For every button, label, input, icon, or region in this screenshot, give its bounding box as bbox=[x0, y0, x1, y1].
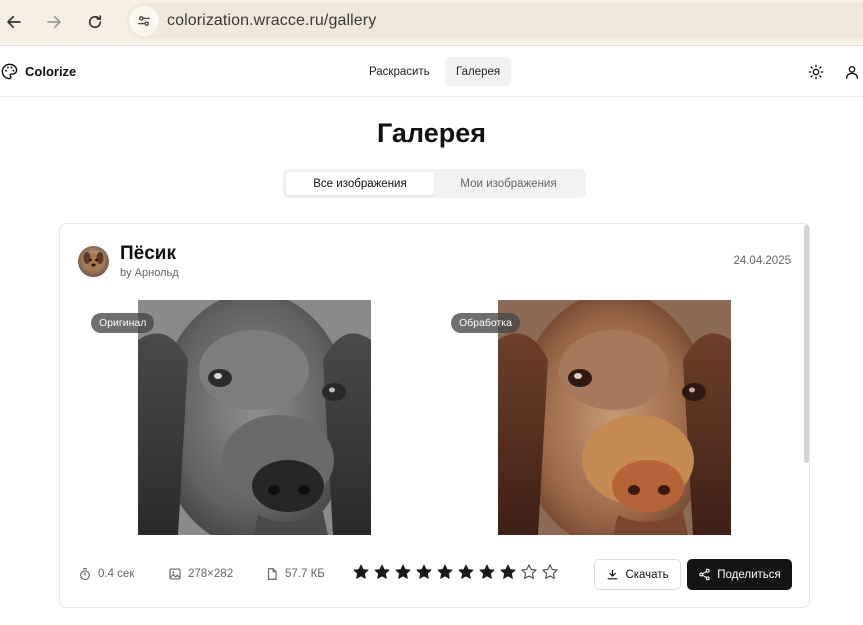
star-empty-icon[interactable] bbox=[520, 563, 538, 581]
profile-button[interactable] bbox=[843, 63, 861, 81]
arrow-left-icon bbox=[7, 15, 21, 29]
timer-icon bbox=[80, 568, 90, 581]
gallery-filter-tabs: Все изображения Мои изображения bbox=[283, 169, 586, 198]
processing-time: 0.4 сек bbox=[78, 567, 134, 581]
original-image[interactable] bbox=[138, 300, 371, 535]
download-icon bbox=[608, 569, 618, 580]
scrollbar[interactable] bbox=[804, 225, 809, 463]
processing-time-value: 0.4 сек bbox=[98, 568, 135, 580]
image-dimensions: 278×282 bbox=[168, 567, 233, 581]
original-badge: Оригинал bbox=[91, 313, 155, 333]
sun-icon bbox=[808, 64, 824, 80]
image-dimensions-value: 278×282 bbox=[188, 568, 234, 580]
nav-gallery[interactable]: Галерея bbox=[445, 57, 512, 86]
user-icon bbox=[846, 66, 858, 79]
file-icon bbox=[267, 568, 277, 580]
site-info-button[interactable] bbox=[129, 6, 159, 36]
download-button[interactable]: Скачать bbox=[594, 559, 681, 590]
download-label: Скачать bbox=[625, 568, 669, 581]
tab-my-images[interactable]: Мои изображения bbox=[434, 172, 583, 195]
star-filled-icon[interactable] bbox=[373, 563, 391, 581]
star-rating[interactable] bbox=[352, 563, 559, 581]
gallery-card: Пёсик by Арнольд 24.04.2025 Оригинал Обр… bbox=[59, 223, 810, 608]
url-text[interactable]: colorization.wracce.ru/gallery bbox=[167, 12, 376, 30]
card-author: by Арнольд bbox=[120, 267, 179, 279]
file-size-value: 57.7 КБ bbox=[285, 568, 325, 580]
address-bar[interactable]: colorization.wracce.ru/gallery bbox=[126, 3, 863, 39]
share-icon bbox=[699, 568, 710, 581]
card-title: Пёсик bbox=[120, 243, 176, 264]
reload-icon bbox=[88, 15, 102, 29]
tune-icon bbox=[138, 16, 150, 26]
star-filled-icon[interactable] bbox=[436, 563, 454, 581]
page-title: Галерея bbox=[376, 118, 487, 148]
processed-badge: Обработка bbox=[451, 313, 520, 333]
share-button[interactable]: Поделиться bbox=[687, 559, 792, 590]
file-size: 57.7 КБ bbox=[265, 567, 325, 581]
arrow-right-icon bbox=[47, 15, 61, 29]
brand[interactable]: Colorize bbox=[0, 62, 76, 81]
avatar bbox=[78, 246, 109, 277]
palette-icon bbox=[1, 63, 18, 80]
star-filled-icon[interactable] bbox=[478, 563, 496, 581]
forward-button[interactable] bbox=[40, 8, 68, 36]
star-filled-icon[interactable] bbox=[415, 563, 433, 581]
tab-all-images[interactable]: Все изображения bbox=[286, 172, 434, 195]
back-button[interactable] bbox=[0, 8, 28, 36]
star-filled-icon[interactable] bbox=[499, 563, 517, 581]
nav-colorize[interactable]: Раскрасить bbox=[358, 57, 441, 86]
reload-button[interactable] bbox=[81, 8, 109, 36]
image-icon bbox=[169, 568, 181, 580]
browser-toolbar: colorization.wracce.ru/gallery bbox=[0, 0, 863, 46]
theme-toggle-button[interactable] bbox=[807, 63, 825, 81]
app-header: Colorize Раскрасить Галерея bbox=[0, 47, 863, 97]
processed-image[interactable] bbox=[498, 300, 731, 535]
share-label: Поделиться bbox=[717, 568, 781, 581]
brand-name: Colorize bbox=[25, 64, 77, 79]
star-empty-icon[interactable] bbox=[541, 563, 559, 581]
star-filled-icon[interactable] bbox=[352, 563, 370, 581]
card-date: 24.04.2025 bbox=[733, 255, 791, 267]
star-filled-icon[interactable] bbox=[457, 563, 475, 581]
star-filled-icon[interactable] bbox=[394, 563, 412, 581]
